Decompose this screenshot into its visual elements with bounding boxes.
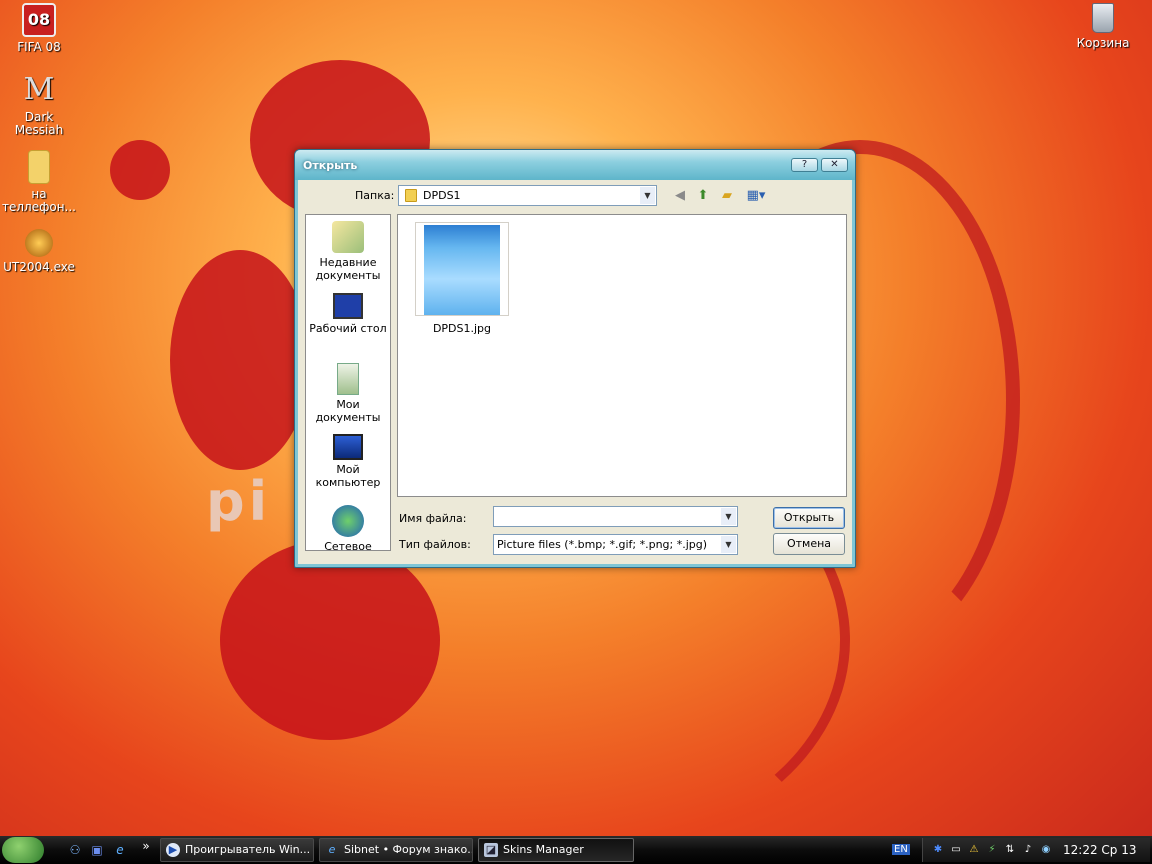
help-button[interactable]: ? [791,158,818,172]
taskbar: ⚇ ▣ e » ▶ Проигрыватель Win... e Sibnet … [0,836,1152,864]
my-documents-icon [337,363,359,395]
network-connections-icon[interactable]: ⚇ [67,842,83,858]
desktop-icon-label: Корзина [1076,36,1130,50]
place-label: Сетевое [324,540,372,551]
place-recent[interactable]: Недавние документы [306,221,390,282]
dark-messiah-icon: M [23,72,55,107]
fifa-icon: 08 [22,3,56,37]
close-button[interactable]: ✕ [821,158,848,172]
file-item-name[interactable]: DPDS1.jpg [415,322,509,335]
open-button[interactable]: Открыть [773,507,845,529]
folder-icon [28,150,50,184]
dialog-titlebar[interactable]: Открыть ? ✕ [295,150,855,180]
quicklaunch-overflow[interactable]: » [138,838,154,854]
place-network[interactable]: Сетевое [306,505,390,551]
network-icon [332,505,364,537]
desktop-icon-label: Dark Messiah [14,110,64,137]
back-icon[interactable]: ◀ [671,187,689,205]
desktop-icon-label: на теллефон... [2,187,76,214]
place-label: Мои документы [315,398,381,424]
unreal-icon [25,229,53,257]
volume-icon[interactable]: ♪ [1021,843,1035,857]
file-name-label: Имя файла: [399,512,467,525]
bluetooth-icon[interactable]: ✱ [931,843,945,857]
place-my-documents[interactable]: Мои документы [306,363,390,424]
up-folder-icon[interactable]: ⬆ [694,187,712,205]
start-button[interactable] [2,837,44,863]
wallpaper-splash [110,140,170,200]
desktop-icon [333,293,363,319]
save-disk-icon[interactable]: ▣ [89,842,105,858]
task-skins-manager[interactable]: ◪ Skins Manager [478,838,634,862]
chevron-down-icon[interactable]: ▼ [640,187,655,204]
dialog-title: Открыть [303,159,358,172]
wireless-icon[interactable]: ◉ [1039,843,1053,857]
task-sibnet-forum[interactable]: e Sibnet • Форум знако... [319,838,473,862]
file-type-label: Тип файлов: [399,538,471,551]
desktop-icon-dark-messiah[interactable]: M Dark Messiah [0,73,78,137]
desktop-icon-ut2004[interactable]: UT2004.exe [0,229,78,274]
file-type-value: Picture files (*.bmp; *.gif; *.png; *.jp… [497,538,708,551]
file-list: DPDS1.jpg [397,214,847,497]
place-label: Мой компьютер [315,463,381,489]
new-folder-icon[interactable]: ▰ [718,187,736,205]
display-icon[interactable]: ▭ [949,843,963,857]
internet-explorer-icon: e [328,843,336,856]
desktop-icon-label: FIFA 08 [17,40,61,54]
recycle-bin-icon [1092,3,1114,33]
task-label: Sibnet • Форум знако... [344,843,473,856]
place-label: Недавние документы [315,256,381,282]
my-computer-icon [333,434,363,460]
task-media-player[interactable]: ▶ Проигрыватель Win... [160,838,314,862]
look-in-label: Папка: [355,189,395,202]
place-my-computer[interactable]: Мой компьютер [306,434,390,489]
cancel-button[interactable]: Отмена [773,533,845,555]
chevron-down-icon[interactable]: ▼ [721,508,736,525]
wallpaper-splash [170,250,310,470]
clock[interactable]: 12:22 Ср 13 [1063,843,1136,857]
task-label: Skins Manager [503,843,584,856]
view-menu-icon[interactable]: ▦▾ [744,187,768,205]
skins-manager-icon: ◪ [484,843,498,857]
wallpaper-text: pi [206,470,272,533]
task-label: Проигрыватель Win... [185,843,311,856]
network-icon[interactable]: ⇅ [1003,843,1017,857]
folder-icon [405,189,417,202]
language-indicator[interactable]: EN [892,844,910,855]
look-in-combo[interactable]: DPDS1 ▼ [398,185,657,206]
desktop-icon-folder[interactable]: на теллефон... [0,150,78,214]
desktop-icon-recycle-bin[interactable]: Корзина [1064,3,1142,50]
internet-explorer-icon[interactable]: e [112,842,128,858]
warning-icon[interactable]: ⚠ [967,843,981,857]
desktop-icon-label: UT2004.exe [3,260,75,274]
look-in-value: DPDS1 [423,189,461,202]
file-type-select[interactable]: Picture files (*.bmp; *.gif; *.png; *.jp… [493,534,738,555]
place-label: Рабочий стол [309,322,387,335]
desktop-icon-fifa[interactable]: 08 FIFA 08 [0,3,78,54]
power-icon[interactable]: ⚡ [985,843,999,857]
system-tray: ✱ ▭ ⚠ ⚡ ⇅ ♪ ◉ 12:22 Ср 13 [922,838,1150,862]
media-player-icon: ▶ [166,843,180,857]
file-item[interactable] [415,222,509,316]
image-thumbnail [424,225,500,315]
places-bar: Недавние документы Рабочий стол Мои доку… [305,214,391,551]
chevron-down-icon[interactable]: ▼ [721,536,736,553]
place-desktop[interactable]: Рабочий стол [306,293,390,335]
file-name-input[interactable]: ▼ [493,506,738,527]
recent-documents-icon [332,221,364,253]
